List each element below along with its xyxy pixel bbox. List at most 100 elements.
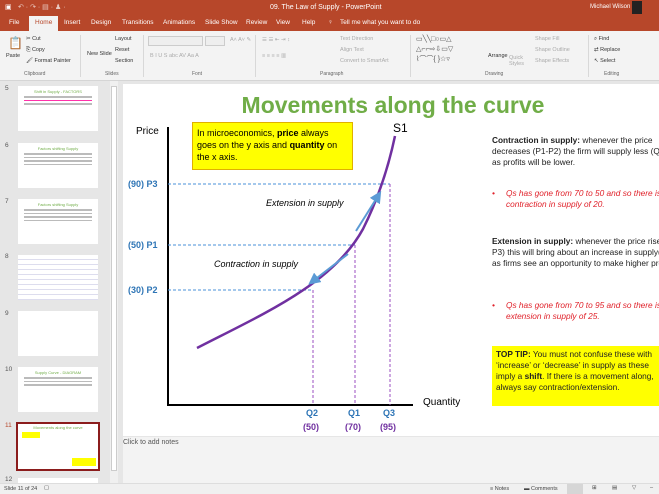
spellcheck-icon[interactable]: ▢ bbox=[44, 485, 49, 491]
avatar[interactable] bbox=[632, 1, 642, 14]
tab-home[interactable]: Home bbox=[29, 16, 59, 31]
curve-label: S1 bbox=[393, 121, 408, 135]
tab-animations[interactable]: Animations bbox=[163, 19, 195, 26]
notes-pane[interactable]: Click to add notes bbox=[123, 437, 659, 483]
tab-help[interactable]: Help bbox=[302, 19, 315, 26]
contraction-paragraph: Contraction in supply: whenever the pric… bbox=[492, 135, 659, 168]
tab-review[interactable]: Review bbox=[246, 19, 267, 26]
tab-transitions[interactable]: Transitions bbox=[122, 19, 154, 26]
slide-sorter-icon[interactable]: ⊞ bbox=[592, 485, 597, 491]
smartart-button[interactable]: Convert to SmartArt bbox=[340, 58, 389, 64]
q1-value: (70) bbox=[345, 422, 362, 432]
slide-thumbnail-9[interactable] bbox=[18, 311, 98, 356]
tab-insert[interactable]: Insert bbox=[64, 19, 80, 26]
y-axis-label: Price bbox=[136, 126, 159, 137]
q2-label: Q2 bbox=[306, 408, 319, 418]
slide-counter: Slide 11 of 24 bbox=[4, 486, 38, 492]
font-name-select[interactable] bbox=[148, 36, 203, 46]
text-direction-button[interactable]: Text Direction bbox=[340, 36, 373, 42]
slide-thumbnail-11-selected[interactable]: Movements along the curve bbox=[16, 422, 100, 471]
contraction-arrow bbox=[308, 253, 349, 285]
find-button[interactable]: ⌕ Find bbox=[594, 36, 609, 43]
zoom-out-icon[interactable]: – bbox=[650, 485, 653, 491]
notes-button[interactable]: ≡ Notes bbox=[490, 486, 509, 492]
new-slide-button[interactable]: New Slide bbox=[87, 51, 112, 57]
ribbon: 📋 Paste ✂ Cut ⎘ Copy 🖌 Format Painter Cl… bbox=[0, 31, 659, 81]
thumb-number: 8 bbox=[5, 253, 9, 260]
extension-arrow bbox=[355, 190, 382, 232]
title-bar: ▣ ↶ · ↷ · ▤ · ♟ · 09. The Law of Supply … bbox=[0, 0, 659, 16]
tab-slide-show[interactable]: Slide Show bbox=[205, 19, 238, 26]
cut-label: Cut bbox=[32, 36, 41, 42]
thumb-title: Factors shifting Supply bbox=[37, 146, 79, 151]
x-axis-label: Quantity bbox=[423, 397, 461, 408]
contraction-label: Contraction in supply bbox=[214, 259, 299, 269]
slide-canvas[interactable]: Movements along the curve Price Quantity… bbox=[123, 84, 659, 436]
arrange-button[interactable]: Arrange bbox=[488, 53, 508, 59]
callout-box: In microeconomics, price always goes on … bbox=[192, 122, 353, 170]
slideshow-icon[interactable]: ▽ bbox=[632, 485, 636, 491]
select-button[interactable]: ↖ Select bbox=[594, 58, 615, 64]
format-painter-button[interactable]: 🖌 Format Painter bbox=[26, 58, 71, 64]
extension-bullet: • Qs has gone from 70 to 95 and so there … bbox=[492, 300, 659, 322]
contraction-heading: Contraction in supply: bbox=[492, 135, 581, 145]
thumb-number: 7 bbox=[5, 198, 9, 205]
align-text-button[interactable]: Align Text bbox=[340, 47, 364, 53]
tab-file[interactable]: File bbox=[9, 19, 19, 26]
font-size-buttons[interactable]: A˄ A˅ ✎ bbox=[230, 37, 251, 43]
align-buttons[interactable]: ≡ ≡ ≡ ≡ ▥ bbox=[262, 53, 286, 59]
list-buttons[interactable]: ☰ ☰ ⇤ ⇥ ↕ bbox=[262, 37, 290, 43]
save-icon[interactable]: ▣ bbox=[5, 3, 12, 11]
shape-outline-button[interactable]: Shape Outline bbox=[535, 47, 570, 53]
user-name[interactable]: Michael Wilson bbox=[590, 4, 630, 10]
shape-fill-button[interactable]: Shape Fill bbox=[535, 36, 559, 42]
tell-me-input[interactable]: Tell me what you want to do bbox=[340, 19, 420, 26]
shapes-gallery[interactable]: ▭╲╲□○▭△ △⌐⌐⇨⇩▭▽ ⌇⌒⌒{ }☆▿ bbox=[416, 35, 453, 65]
contraction-bullet-text: Qs has gone from 70 to 50 and so there i… bbox=[506, 188, 659, 209]
reading-view-icon[interactable]: ▤ bbox=[612, 485, 617, 491]
thumbnail-scrollbar[interactable] bbox=[110, 81, 118, 483]
normal-view-button[interactable] bbox=[567, 484, 583, 494]
tab-design[interactable]: Design bbox=[91, 19, 111, 26]
callout-text: In microeconomics, bbox=[197, 128, 278, 138]
q2-value: (50) bbox=[303, 422, 320, 432]
q1-label: Q1 bbox=[348, 408, 361, 418]
slide-thumbnail-8[interactable] bbox=[18, 255, 98, 300]
slide-thumbnail-5[interactable]: Shift in Supply - FACTORS bbox=[18, 86, 98, 131]
quick-styles-button[interactable]: Quick Styles bbox=[509, 55, 529, 67]
undo-icon[interactable]: ↶ · ↷ · ▤ · ♟ · bbox=[18, 3, 66, 11]
comments-button[interactable]: ▬ Comments bbox=[524, 486, 558, 492]
replace-label: Replace bbox=[600, 47, 621, 53]
section-button[interactable]: Section bbox=[115, 58, 133, 64]
status-bar: Slide 11 of 24 ▢ ≡ Notes ▬ Comments ⊞ ▤ … bbox=[0, 483, 659, 494]
reset-button[interactable]: Reset bbox=[115, 47, 129, 53]
slide-thumbnail-7[interactable]: Factors shifting Supply bbox=[18, 199, 98, 244]
ribbon-tabs: File Home Insert Design Transitions Anim… bbox=[0, 16, 659, 31]
notes-label: Notes bbox=[494, 486, 510, 492]
select-label: Select bbox=[600, 58, 616, 64]
slide-thumbnail-6[interactable]: Factors shifting Supply bbox=[18, 143, 98, 188]
paragraph-group-label: Paragraph bbox=[320, 71, 344, 77]
replace-button[interactable]: ⇄ Replace bbox=[594, 47, 620, 53]
thumb-number: 12 bbox=[5, 476, 13, 483]
q3-value: (95) bbox=[380, 422, 397, 432]
thumb-number: 9 bbox=[5, 310, 9, 317]
slide-thumbnail-10[interactable]: Supply Curve - DIAGRAM bbox=[18, 367, 98, 412]
paste-icon: 📋 bbox=[8, 36, 23, 50]
paste-button[interactable]: Paste bbox=[6, 53, 20, 59]
font-format-buttons[interactable]: B I U S abc AV Aa A bbox=[150, 53, 199, 59]
thumb-title: Shift in Supply - FACTORS bbox=[34, 89, 82, 94]
cut-button[interactable]: ✂ Cut bbox=[26, 36, 41, 42]
layout-button[interactable]: Layout bbox=[115, 36, 132, 42]
notes-placeholder[interactable]: Click to add notes bbox=[123, 439, 179, 446]
extension-paragraph: Extension in supply: whenever the price … bbox=[492, 236, 659, 269]
thumb-title: Factors shifting Supply bbox=[37, 202, 79, 207]
find-label: Find bbox=[598, 36, 610, 42]
font-size-select[interactable] bbox=[205, 36, 225, 46]
shape-effects-button[interactable]: Shape Effects bbox=[535, 58, 569, 64]
drawing-group-label: Drawing bbox=[485, 71, 504, 77]
tab-view[interactable]: View bbox=[276, 19, 290, 26]
editing-group-label: Editing bbox=[604, 71, 620, 77]
copy-button[interactable]: ⎘ Copy bbox=[26, 47, 45, 54]
tip-bold: shift bbox=[524, 371, 543, 381]
